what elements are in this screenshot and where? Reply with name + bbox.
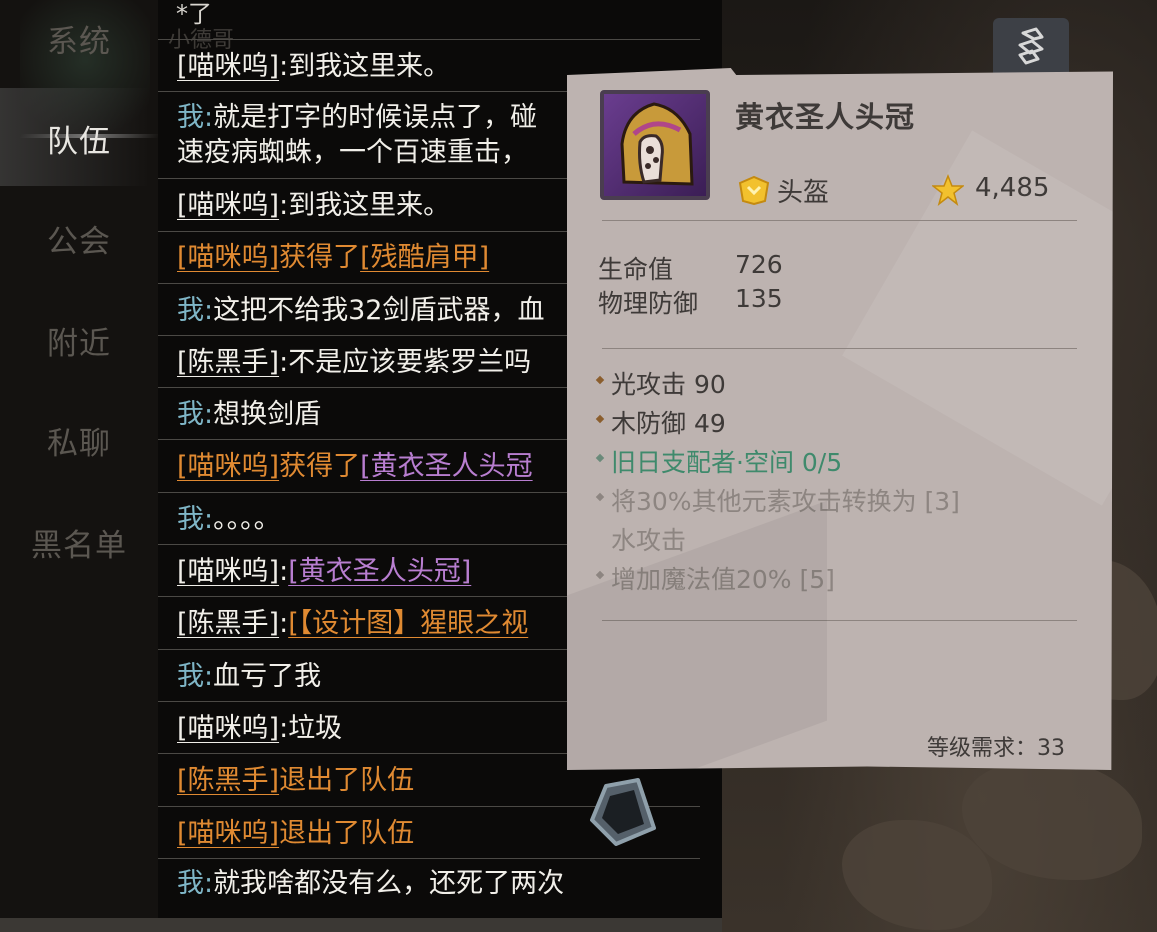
separator: : <box>279 190 289 221</box>
item-link[interactable]: [黄衣圣人头冠] <box>288 556 471 587</box>
player-name-link[interactable]: [喵咪呜] <box>177 190 279 221</box>
set-effect-line: 增加魔法值20% [5] <box>595 560 835 596</box>
message-text: 想换剑盾 <box>213 399 322 430</box>
stat-name: 生命值 <box>598 255 674 284</box>
separator: : <box>204 295 214 326</box>
self-name: 我 <box>177 102 204 133</box>
item-tooltip: 黄衣圣人头冠 头盔 4,485 生命值 726 物理防御 135 光攻击 90 … <box>567 68 1113 770</box>
self-name: 我 <box>177 661 204 692</box>
item-link[interactable]: [残酷肩甲] <box>360 242 489 273</box>
set-bonus-line: 旧日支配者·空间 0/5 <box>595 443 842 479</box>
tab-team[interactable]: 队伍 <box>0 114 158 162</box>
tab-label: 附近 <box>47 325 111 362</box>
tab-blacklist[interactable]: 黑名单 <box>0 518 158 566</box>
stat-name: 物理防御 <box>598 289 699 318</box>
separator: : <box>279 347 289 378</box>
message-text: 到我这里来。 <box>288 190 451 221</box>
tab-label: 公会 <box>47 223 111 260</box>
player-name-link[interactable]: [喵咪呜] <box>177 51 279 82</box>
channel-sidebar: 系统 队伍 公会 附近 私聊 黑名单 <box>0 0 158 932</box>
message-text-cont: 速疫病蜘蛛，一个百速重击， <box>177 137 528 168</box>
message-text: 到我这里来。 <box>288 51 451 82</box>
tab-label: 黑名单 <box>31 527 127 564</box>
player-name-link[interactable]: [喵咪呜] <box>177 818 279 849</box>
message-text: 获得了 <box>279 451 361 482</box>
item-score: 4,485 <box>975 173 1050 203</box>
self-name: 我 <box>177 868 204 899</box>
tab-label: 队伍 <box>47 123 111 160</box>
tab-label: 私聊 <box>47 425 111 462</box>
hooded-mask-helmet-icon <box>600 90 710 200</box>
tab-system[interactable]: 系统 <box>0 14 158 62</box>
item-link[interactable]: [黄衣圣人头冠 <box>360 451 533 482</box>
separator: : <box>279 556 289 587</box>
player-name-link[interactable]: [陈黑手] <box>177 608 279 639</box>
separator: : <box>204 661 214 692</box>
player-name-link[interactable]: [陈黑手] <box>177 765 279 796</box>
separator: : <box>204 102 214 133</box>
scene-rock <box>842 820 992 930</box>
scene-rock <box>962 760 1142 880</box>
message-text: 这把不给我32剑盾武器，血 <box>213 295 545 326</box>
message-text: 退出了队伍 <box>279 818 415 849</box>
swap-icon <box>1018 27 1044 65</box>
self-name: 我 <box>177 399 204 430</box>
attribute-line: 光攻击 90 <box>595 365 726 401</box>
message-text: 就我啥都没有么，还死了两次 <box>213 868 565 899</box>
message-text: 。。。。 <box>213 504 281 535</box>
message-text: 血亏了我 <box>213 661 322 692</box>
self-name: 我 <box>177 295 204 326</box>
level-requirement: 等级需求：33 <box>927 736 1065 761</box>
helmet-type-icon <box>738 175 770 205</box>
player-name-link[interactable]: [喵咪呜] <box>177 713 279 744</box>
separator: : <box>204 868 214 899</box>
item-name: 黄衣圣人头冠 <box>735 100 916 134</box>
self-name: 我 <box>177 504 204 535</box>
divider <box>602 620 1077 621</box>
player-name-link[interactable]: [喵咪呜] <box>177 451 279 482</box>
separator: : <box>279 608 289 639</box>
message-text: 就是打字的时候误点了，碰 <box>213 102 538 133</box>
swap-view-button[interactable] <box>993 18 1069 74</box>
separator: : <box>204 504 214 535</box>
message-text: 垃圾 <box>288 713 343 744</box>
separator: : <box>279 51 289 82</box>
tab-guild[interactable]: 公会 <box>0 214 158 262</box>
divider <box>602 220 1077 221</box>
stat-value: 135 <box>735 284 783 313</box>
star-icon <box>932 174 964 206</box>
player-name-link[interactable]: [陈黑手] <box>177 347 279 378</box>
message-text: 退出了队伍 <box>279 765 415 796</box>
stat-value: 726 <box>735 250 783 279</box>
divider <box>602 348 1077 349</box>
attribute-line: 木防御 49 <box>595 404 726 440</box>
message-text: 不是应该要紫罗兰吗 <box>288 347 532 378</box>
player-name-link[interactable]: [喵咪呜] <box>177 556 279 587</box>
message-text: 获得了 <box>279 242 361 273</box>
tab-private[interactable]: 私聊 <box>0 416 158 464</box>
item-type: 头盔 <box>777 178 830 208</box>
set-effect-line: 将30%其他元素攻击转换为 [3] <box>595 482 960 518</box>
tab-nearby[interactable]: 附近 <box>0 316 158 364</box>
player-name-link[interactable]: [喵咪呜] <box>177 242 279 273</box>
separator: : <box>204 399 214 430</box>
tab-label: 系统 <box>47 23 111 60</box>
set-effect-line-cont: 水攻击 <box>611 526 687 555</box>
previous-message-fragment: *了 <box>176 0 212 28</box>
chat-input-bar[interactable] <box>0 918 722 932</box>
item-link[interactable]: [【设计图】猩眼之视 <box>288 608 528 639</box>
separator: : <box>279 713 289 744</box>
crystal-shard-icon[interactable] <box>588 776 658 848</box>
chat-message: 我:就我啥都没有么，还死了两次 <box>158 858 700 919</box>
